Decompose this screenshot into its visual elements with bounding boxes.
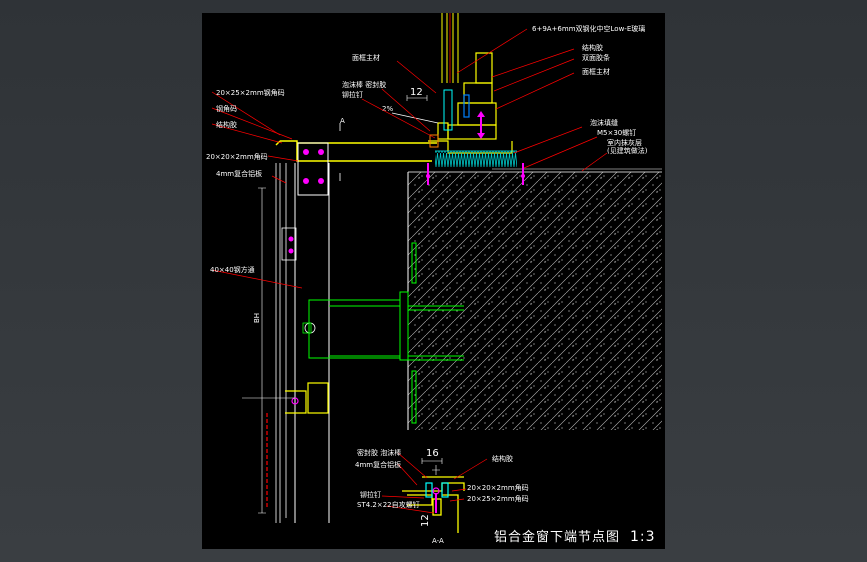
label-b-glue: 结构胶: [492, 454, 513, 463]
drawing-sheet: BH A 2% 12 6+9A+6mm双钢化中空Low-E玻璃 结构胶 双面胶条…: [202, 13, 665, 549]
dim-12-top: 12: [410, 87, 423, 98]
svg-text:A: A: [340, 117, 345, 125]
label-b-sealant: 密封胶 泡沫棒: [357, 448, 401, 457]
label-b-angle-l: 20×25×2mm角码: [467, 494, 529, 503]
composite-panel: [275, 163, 287, 523]
slope-mark: 2%: [382, 105, 393, 113]
label-bolt: M5×30螺钉: [597, 128, 636, 137]
label-sealant-strip: 结构胶: [582, 43, 603, 52]
window-frame: [428, 52, 513, 154]
label-structure-glue: 结构胶: [216, 120, 237, 129]
label-weatherproof: 泡沫填缝: [590, 118, 618, 127]
label-b-angle-s: 20×20×2mm角码: [467, 483, 529, 492]
label-glass: 6+9A+6mm双钢化中空Low-E玻璃: [532, 24, 645, 33]
brush-seal: [435, 151, 517, 167]
drawing-canvas: BH A 2% 12 6+9A+6mm双钢化中空Low-E玻璃 结构胶 双面胶条…: [206, 13, 662, 545]
label-b-rivet: 铆拉钉: [360, 490, 381, 499]
label-b-panel: 4mm复合铝板: [355, 460, 401, 469]
label-pressure-plate: 面框主材: [582, 67, 610, 76]
label-face-frame: 面框主材: [352, 53, 380, 62]
steel-tube-column: [294, 163, 330, 523]
overall-dimension: BH: [253, 313, 261, 323]
label-b-screw: ST4.2×22自攻螺钉: [357, 500, 420, 509]
label-rivet: 铆拉钉: [342, 90, 363, 99]
concrete-wall: [408, 172, 662, 430]
label-steel-angle: 钢角码: [216, 104, 237, 113]
label-angle-s: 20×20×2mm角码: [206, 152, 268, 161]
dim-12-bottom: 12: [420, 514, 431, 527]
top-angle-cap: [275, 140, 437, 162]
drawing-title: 铝合金窗下端节点图: [494, 529, 620, 545]
label-composite-panel: 4mm复合铝板: [216, 169, 262, 178]
section-mark: A-A: [432, 537, 444, 545]
label-sealant-layer: 室内抹灰层: [607, 138, 642, 147]
label-angle-l: 20×25×2mm钢角码: [216, 88, 285, 97]
bracket-outline: [308, 299, 401, 359]
label-steel-tube: 40×40钢方通: [210, 265, 255, 274]
drawing-scale: 1:3: [630, 529, 656, 545]
label-double-tape: 双面胶条: [582, 53, 610, 62]
label-gasket-seal: 泡沫棒 密封胶: [342, 80, 386, 89]
dim-16: 16: [426, 448, 439, 459]
label-sealant-layer2: (见建筑做法): [607, 146, 648, 155]
